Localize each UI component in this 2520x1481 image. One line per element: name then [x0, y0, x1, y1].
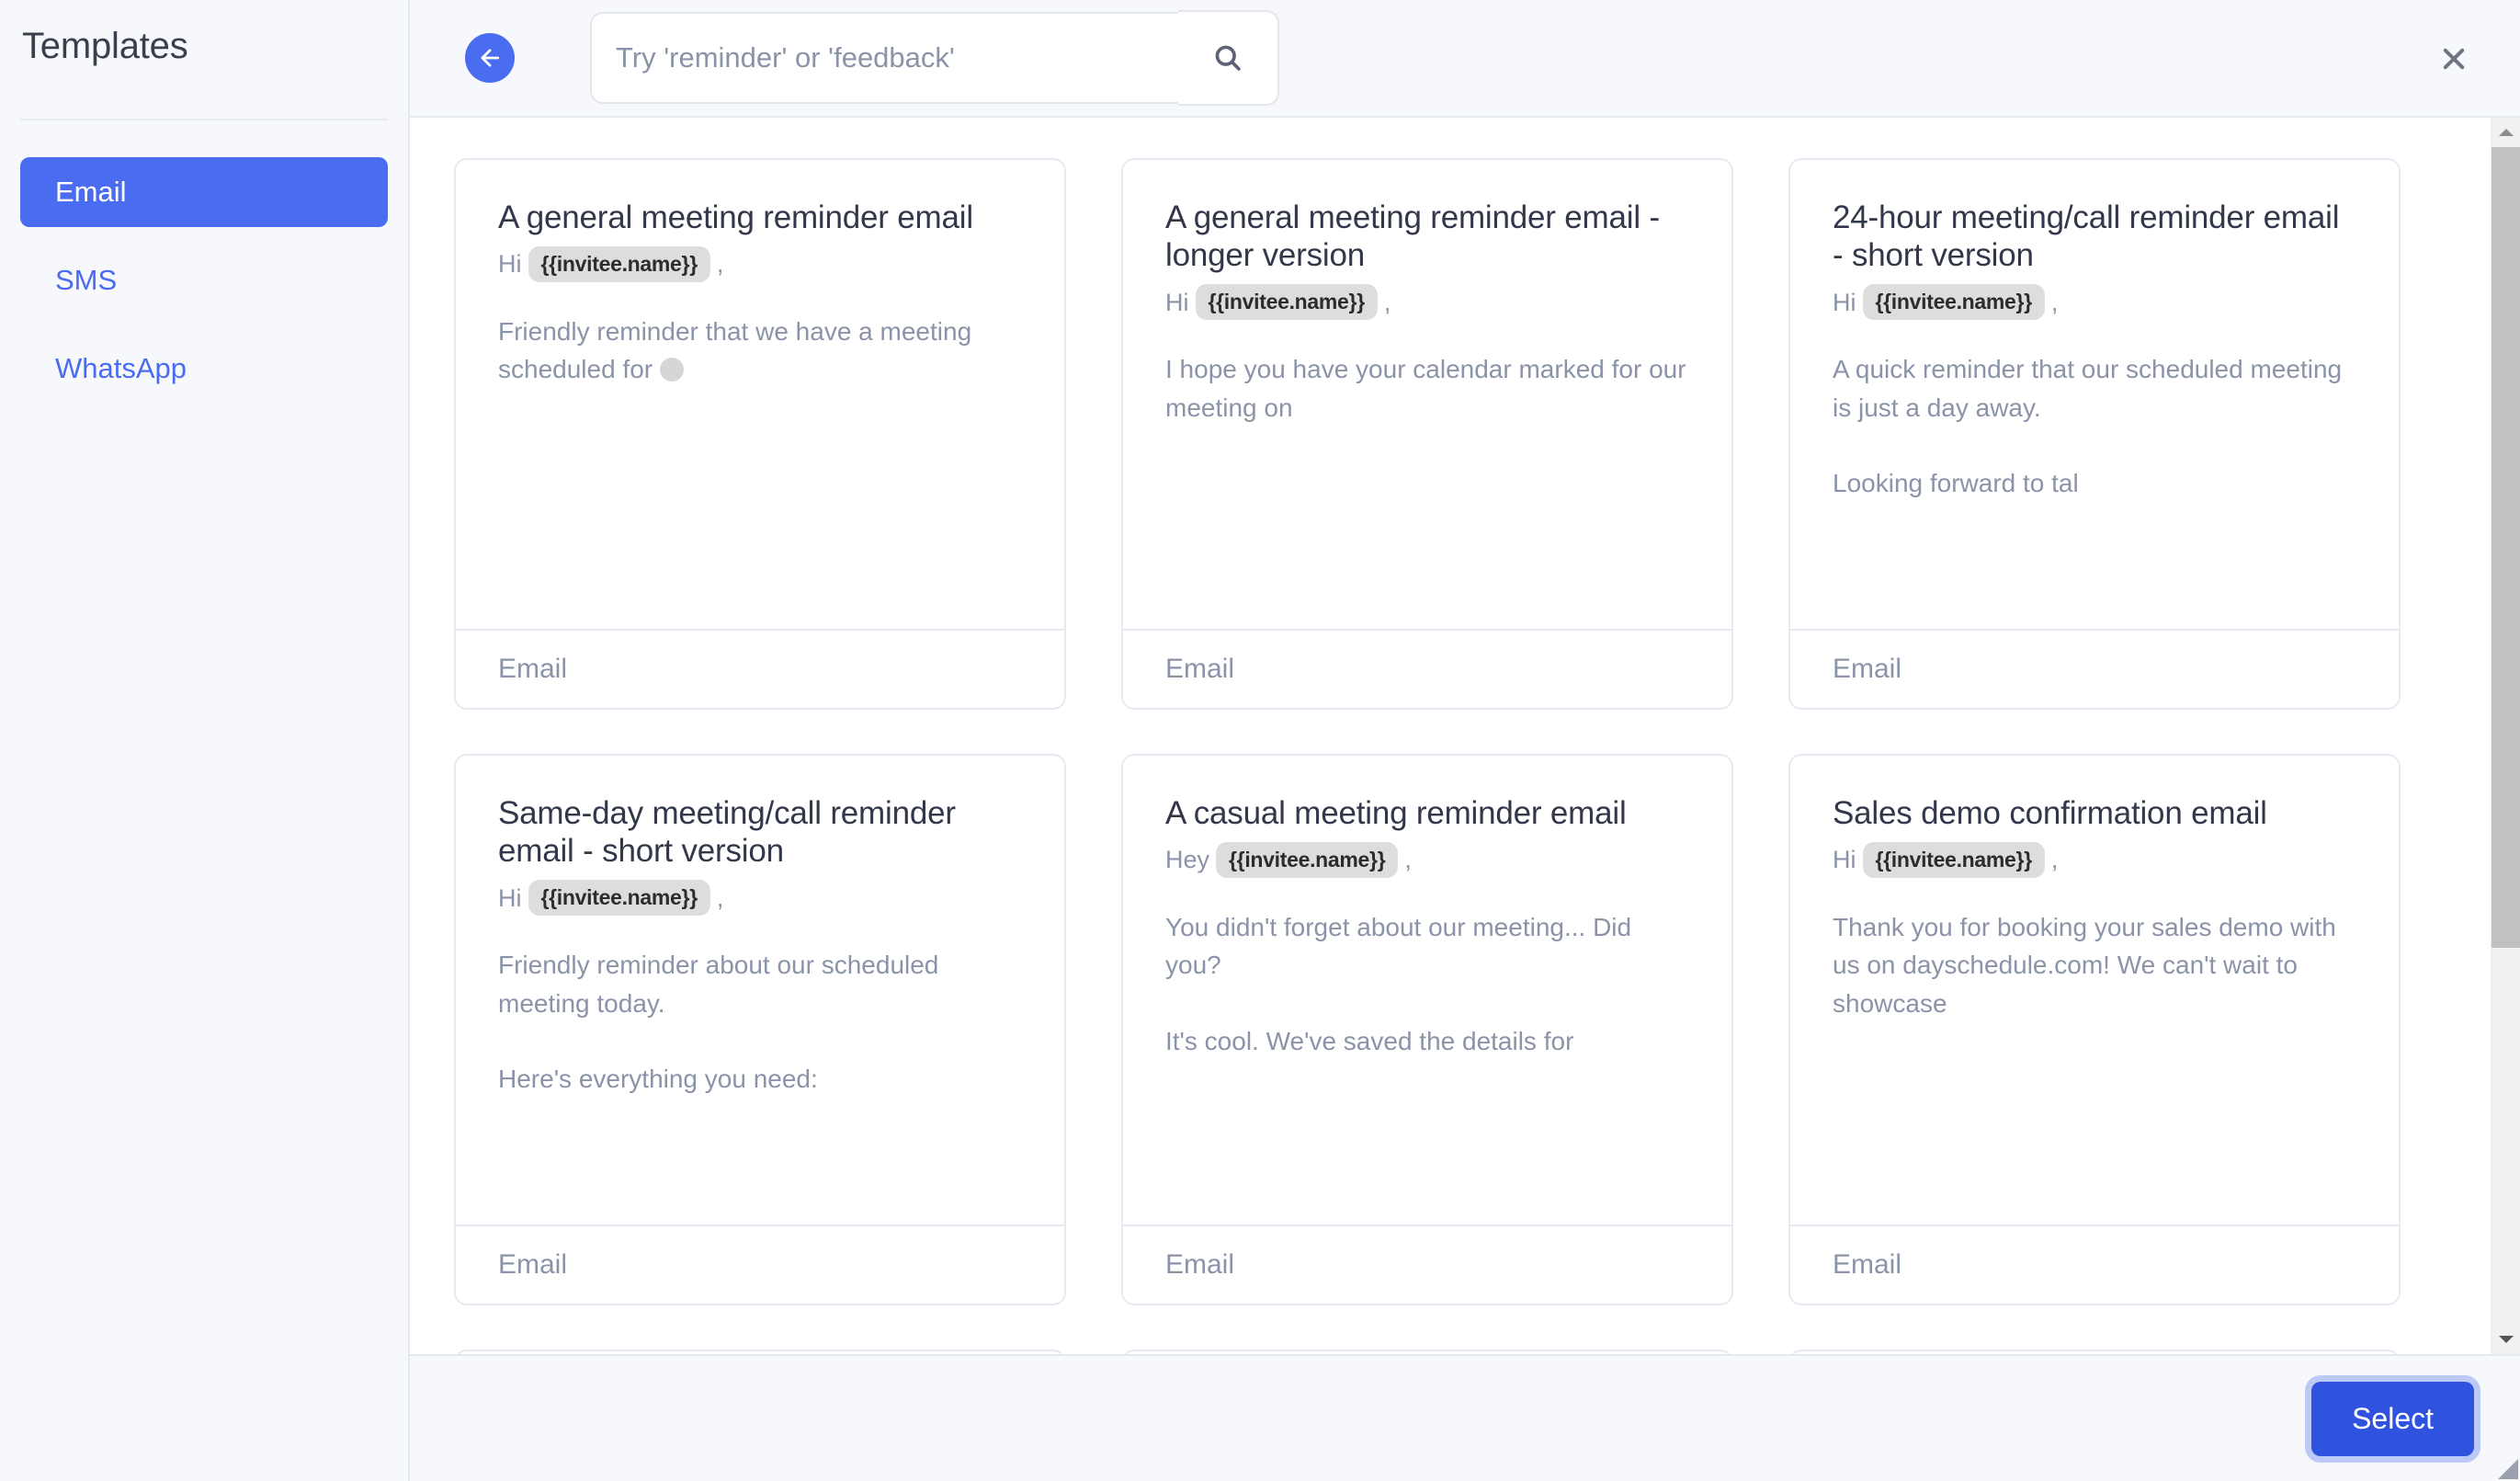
template-grid-scroll-area: A general meeting reminder email Hi {{in… — [410, 118, 2491, 1354]
scrollbar-up-button[interactable] — [2492, 118, 2520, 147]
template-title: Same-day meeting/call reminder email - s… — [498, 795, 956, 870]
greeting-word: Hi — [498, 250, 522, 279]
greeting-comma: , — [716, 250, 724, 279]
greeting-word: Hi — [498, 883, 522, 912]
templates-picker-dialog: Templates Email SMS WhatsApp Try 'remind… — [0, 0, 2520, 1481]
sidebar-item-sms[interactable]: SMS — [20, 245, 388, 315]
sidebar-nav: Email SMS WhatsApp — [0, 120, 408, 404]
template-card[interactable]: Same-day meeting/call reminder email - s… — [454, 754, 1066, 1305]
vertical-scrollbar[interactable] — [2491, 118, 2520, 1354]
greeting-comma: , — [1383, 288, 1391, 316]
dialog-footer: Select — [410, 1354, 2520, 1481]
chevron-up-icon — [2498, 129, 2514, 136]
template-card-body: A general meeting reminder email Hi {{in… — [456, 160, 1064, 629]
greeting-word: Hi — [1833, 288, 1856, 316]
greeting-word: Hi — [1165, 288, 1189, 316]
merge-tag-chip: {{invitee.name}} — [1216, 841, 1399, 879]
greeting-word: Hi — [1833, 846, 1856, 874]
arrow-left-icon — [481, 49, 500, 67]
template-channel: Email — [1123, 629, 1731, 708]
close-icon — [2443, 48, 2465, 70]
sidebar-item-label: Email — [55, 176, 127, 208]
template-channel: Email — [1123, 1225, 1731, 1304]
template-card[interactable]: A general meeting reminder email Hi {{in… — [454, 158, 1066, 710]
template-title: Sales demo confirmation email — [1833, 795, 2267, 831]
template-greeting: Hi {{invitee.name}} , — [1165, 284, 1689, 322]
sidebar-item-email[interactable]: Email — [20, 157, 388, 227]
template-card[interactable]: 24-hour meeting/call reminder email - sh… — [1788, 158, 2401, 710]
template-grid: A general meeting reminder email Hi {{in… — [410, 158, 2491, 1354]
template-preview: A quick reminder that our scheduled meet… — [1833, 355, 2343, 498]
redacted-blob-icon — [659, 357, 684, 382]
template-greeting: Hi {{invitee.name}} , — [498, 245, 1022, 283]
search-input[interactable] — [592, 14, 1178, 102]
template-title: A general meeting reminder email — [498, 199, 973, 235]
template-preview: I hope you have your calendar marked for… — [1165, 355, 1694, 422]
greeting-comma: , — [1404, 846, 1412, 874]
search-icon — [1215, 45, 1241, 71]
template-card[interactable]: A general meeting reminder email - longe… — [1121, 158, 1733, 710]
sidebar: Templates Email SMS WhatsApp — [0, 0, 410, 1481]
greeting-comma: , — [716, 883, 724, 912]
merge-tag-chip: {{invitee.name}} — [1862, 841, 2045, 879]
chevron-down-icon — [2498, 1336, 2514, 1343]
merge-tag-chip: {{invitee.name}} — [528, 880, 710, 917]
dialog-header — [410, 0, 2520, 118]
sidebar-item-label: WhatsApp — [55, 352, 187, 384]
scrollbar-down-button[interactable] — [2492, 1325, 2520, 1354]
template-preview: Friendly reminder about our scheduled me… — [498, 951, 939, 1094]
template-channel: Email — [1790, 629, 2399, 708]
merge-tag-chip: {{invitee.name}} — [1195, 284, 1378, 321]
template-card-body: Same-day meeting/call reminder email - s… — [456, 756, 1064, 1225]
main-panel: A general meeting reminder email Hi {{in… — [410, 0, 2520, 1481]
merge-tag-chip: {{invitee.name}} — [1862, 284, 2045, 321]
template-greeting: Hi {{invitee.name}} , — [1833, 284, 2356, 322]
template-channel: Email — [456, 1225, 1064, 1304]
template-title: A casual meeting reminder email — [1165, 795, 1627, 831]
template-card[interactable]: Sales demo confirmation email Hi {{invit… — [1788, 754, 2401, 1305]
template-greeting: Hi {{invitee.name}} , — [1833, 841, 2356, 879]
template-card-body: A casual meeting reminder email Hey {{in… — [1123, 756, 1731, 1225]
template-channel: Email — [456, 629, 1064, 708]
template-channel: Email — [1790, 1225, 2399, 1304]
template-card-body: Sales demo confirmation email Hi {{invit… — [1790, 756, 2399, 1225]
dialog-body: A general meeting reminder email Hi {{in… — [410, 118, 2520, 1354]
template-card[interactable]: A casual meeting reminder email Hey {{in… — [1121, 754, 1733, 1305]
merge-tag-chip: {{invitee.name}} — [528, 245, 710, 283]
page-title: Templates — [22, 26, 188, 66]
search-button[interactable] — [1178, 10, 1279, 106]
scrollbar-track[interactable] — [2492, 147, 2520, 1325]
template-preview: You didn't forget about our meeting... D… — [1165, 912, 1632, 1056]
resize-grip-icon[interactable] — [2494, 1455, 2518, 1479]
template-card-body: 24-hour meeting/call reminder email - sh… — [1790, 160, 2399, 629]
sidebar-item-whatsapp[interactable]: WhatsApp — [20, 334, 388, 404]
search-box — [590, 10, 1279, 106]
greeting-comma: , — [2050, 288, 2059, 316]
template-title: A general meeting reminder email - longe… — [1165, 199, 1660, 274]
template-preview: Thank you for booking your sales demo wi… — [1833, 912, 2344, 1018]
greeting-word: Hey — [1165, 846, 1210, 874]
back-button[interactable] — [465, 33, 515, 83]
close-button[interactable] — [2432, 37, 2476, 81]
template-title: 24-hour meeting/call reminder email - sh… — [1833, 199, 2340, 274]
select-button[interactable]: Select — [2311, 1381, 2474, 1456]
greeting-comma: , — [2050, 846, 2059, 874]
scrollbar-thumb[interactable] — [2492, 147, 2520, 949]
template-preview: Friendly reminder that we have a meeting… — [498, 313, 1022, 389]
template-greeting: Hi {{invitee.name}} , — [498, 880, 1022, 917]
template-card-body: A general meeting reminder email - longe… — [1123, 160, 1731, 629]
template-greeting: Hey {{invitee.name}} , — [1165, 841, 1689, 879]
template-preview-text: Friendly reminder that we have a meeting… — [498, 316, 979, 384]
sidebar-item-label: SMS — [55, 264, 118, 296]
